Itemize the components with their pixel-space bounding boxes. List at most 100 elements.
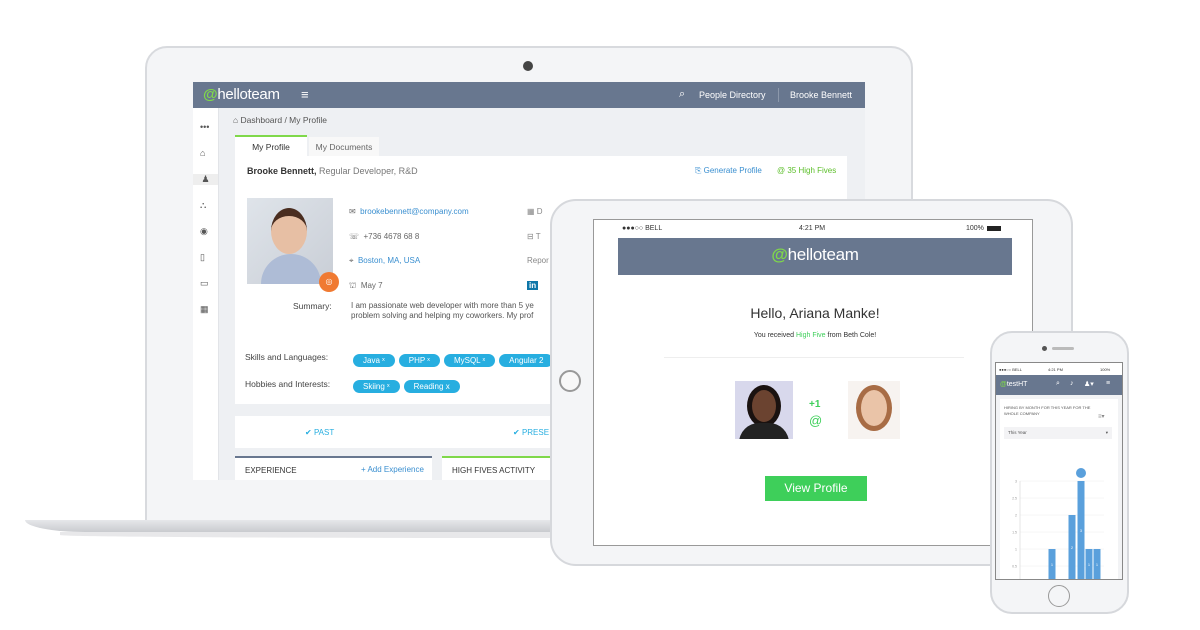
detail-text: D xyxy=(536,207,543,216)
location-icon: ⌖ xyxy=(349,256,354,265)
summary-text: I am passionate web developer with more … xyxy=(351,301,534,321)
generate-profile-button[interactable]: ⎘ Generate Profile xyxy=(695,166,762,176)
high-five-icon: @ xyxy=(809,413,823,428)
past-tab[interactable]: ✔ PAST xyxy=(305,428,334,437)
skill-tag[interactable]: MySQL ˣ xyxy=(443,354,496,367)
message-text: from Beth Cole! xyxy=(827,332,877,339)
birthday-value: May 7 xyxy=(360,280,383,290)
top-bar: @helloteam ≡ ⌕ People Directory Brooke B… xyxy=(193,82,865,108)
profile-photo: ◎ xyxy=(247,198,339,292)
period-select-value: This Year xyxy=(1008,430,1027,435)
user-icon[interactable]: ♟▾ xyxy=(1084,380,1094,388)
carrier: ●●●○○ BELL xyxy=(622,225,663,232)
hobby-tag[interactable]: Skiing ˣ xyxy=(353,380,400,393)
app-logo[interactable]: @helloteam xyxy=(203,86,280,103)
bell-icon[interactable]: ♪ xyxy=(1070,380,1074,387)
app-logo[interactable]: @testHT xyxy=(1000,381,1027,388)
hobby-tag[interactable]: Reading x xyxy=(403,380,460,393)
menu-icon[interactable]: ≡ xyxy=(1106,380,1110,387)
email-body: Hello, Ariana Manke! You received High F… xyxy=(618,275,1012,545)
present-label: PRESE xyxy=(521,428,550,437)
divider xyxy=(664,357,964,358)
hamburger-icon[interactable]: ≡ xyxy=(301,87,309,102)
chart-title: HIRING BY MONTH FOR THIS YEAR FOR THE WH… xyxy=(1004,405,1091,416)
calendar-icon[interactable]: ▦ xyxy=(200,304,209,315)
camera-icon[interactable]: ◎ xyxy=(319,272,339,292)
breadcrumb: ⌂ Dashboard / My Profile xyxy=(233,115,327,125)
recipient-photo xyxy=(848,381,900,439)
laptop-camera xyxy=(523,61,533,71)
hobbies-label: Hobbies and Interests: xyxy=(245,379,331,389)
message-highlight: High Five xyxy=(796,332,826,339)
briefcase-icon: ⊟ xyxy=(527,231,534,241)
tablet-header: @helloteam xyxy=(618,238,1012,275)
bar-label: 2 xyxy=(1071,546,1073,550)
profile-icon[interactable]: ♟ xyxy=(193,174,218,185)
bar-label: 1 xyxy=(1096,563,1098,567)
profile-heading: Brooke Bennett, Regular Developer, R&D xyxy=(247,166,418,176)
tag-label: Java xyxy=(363,356,380,365)
tag-label: Skiing xyxy=(363,382,385,391)
y-tick-label: 1 xyxy=(1015,548,1017,552)
tab-my-documents[interactable]: My Documents xyxy=(309,137,379,156)
experience-title: EXPERIENCE xyxy=(245,466,297,475)
user-menu[interactable]: Brooke Bennett xyxy=(790,90,852,100)
period-select[interactable]: This Year ▾ xyxy=(1004,427,1112,439)
y-tick-label: 1.5 xyxy=(1012,531,1017,535)
clock: 4:21 PM xyxy=(799,225,826,232)
chart-menu-icon[interactable]: ≡▾ xyxy=(1098,413,1105,420)
home-icon[interactable]: ⌂ xyxy=(200,148,205,158)
id-card-icon[interactable]: ▭ xyxy=(200,278,209,289)
tablet-screen: ●●●○○ BELL 4:21 PM 100% @helloteam Hello… xyxy=(593,219,1033,546)
past-label: PAST xyxy=(313,428,335,437)
summary-line: problem solving and helping my coworkers… xyxy=(351,311,534,320)
phone-value: +736 4678 68 8 xyxy=(363,231,420,241)
tab-my-profile[interactable]: My Profile xyxy=(235,135,307,156)
app-name: testHT xyxy=(1006,381,1028,388)
hobbies-tags: Skiing ˣ Reading x xyxy=(353,376,464,394)
search-icon[interactable]: ⌕ xyxy=(1056,380,1060,388)
view-profile-button[interactable]: View Profile xyxy=(765,476,867,501)
experience-panel: EXPERIENCE + Add Experience xyxy=(235,456,432,480)
user-circle-icon[interactable]: ◉ xyxy=(200,226,208,237)
org-chart-icon[interactable]: ⛬ xyxy=(200,200,206,211)
phone-header: @testHT ⌕ ♪ ♟▾ ≡ xyxy=(996,375,1122,395)
present-tab[interactable]: ✔ PRESE xyxy=(513,428,549,437)
people-directory-link[interactable]: People Directory xyxy=(699,90,766,100)
phone-content: HIRING BY MONTH FOR THIS YEAR FOR THE WH… xyxy=(996,395,1122,579)
sidebar: ••• ⌂ ♟ ⛬ ◉ ▯ ▭ ▦ xyxy=(193,108,219,480)
y-tick-label: 2 xyxy=(1015,514,1017,518)
hiring-chart: 0.5 1 1.5 2 2.5 3 1 2 3 1 1 xyxy=(1012,468,1104,579)
y-tick-label: 3 xyxy=(1015,480,1017,484)
app-name: helloteam xyxy=(217,86,280,103)
contact-list: ✉ brookebennett@company.com ☏ +736 4678 … xyxy=(349,200,469,298)
battery-level: 100% xyxy=(966,225,984,232)
skill-tag[interactable]: Angular 2 xyxy=(499,354,554,367)
high-fives-label: 35 High Fives xyxy=(787,166,837,175)
message: You received High Five from Beth Cole! xyxy=(618,332,1012,339)
email-link[interactable]: brookebennett@company.com xyxy=(360,207,468,216)
phone-home-button xyxy=(1048,585,1070,607)
carrier: ●●●○○ BELL xyxy=(999,367,1022,372)
summary-line: I am passionate web developer with more … xyxy=(351,301,534,310)
add-experience-button[interactable]: + Add Experience xyxy=(361,465,424,474)
more-icon[interactable]: ••• xyxy=(200,122,209,132)
tag-label: MySQL xyxy=(453,356,481,365)
high-fives-title: HIGH FIVES ACTIVITY xyxy=(452,466,536,475)
skill-tag[interactable]: Java ˣ xyxy=(353,354,395,367)
message-text: You received xyxy=(753,332,795,339)
search-icon[interactable]: ⌕ xyxy=(679,88,685,101)
divider xyxy=(778,88,779,102)
detail-text: T xyxy=(535,231,541,241)
reports-label: Repor xyxy=(527,256,549,265)
location-link[interactable]: Boston, MA, USA xyxy=(358,256,420,265)
bar-label: 3 xyxy=(1080,529,1082,533)
app-logo: @helloteam xyxy=(771,245,859,264)
breadcrumb-text[interactable]: Dashboard / My Profile xyxy=(241,115,327,125)
battery-icon xyxy=(987,226,1001,231)
linkedin-icon[interactable]: in xyxy=(527,280,539,290)
skills-tags: Java ˣ PHP ˣ MySQL ˣ Angular 2 xyxy=(353,350,557,368)
skill-tag[interactable]: PHP ˣ xyxy=(398,354,440,367)
high-fives-count[interactable]: @ 35 High Fives xyxy=(777,166,836,175)
documents-icon[interactable]: ▯ xyxy=(200,252,205,263)
